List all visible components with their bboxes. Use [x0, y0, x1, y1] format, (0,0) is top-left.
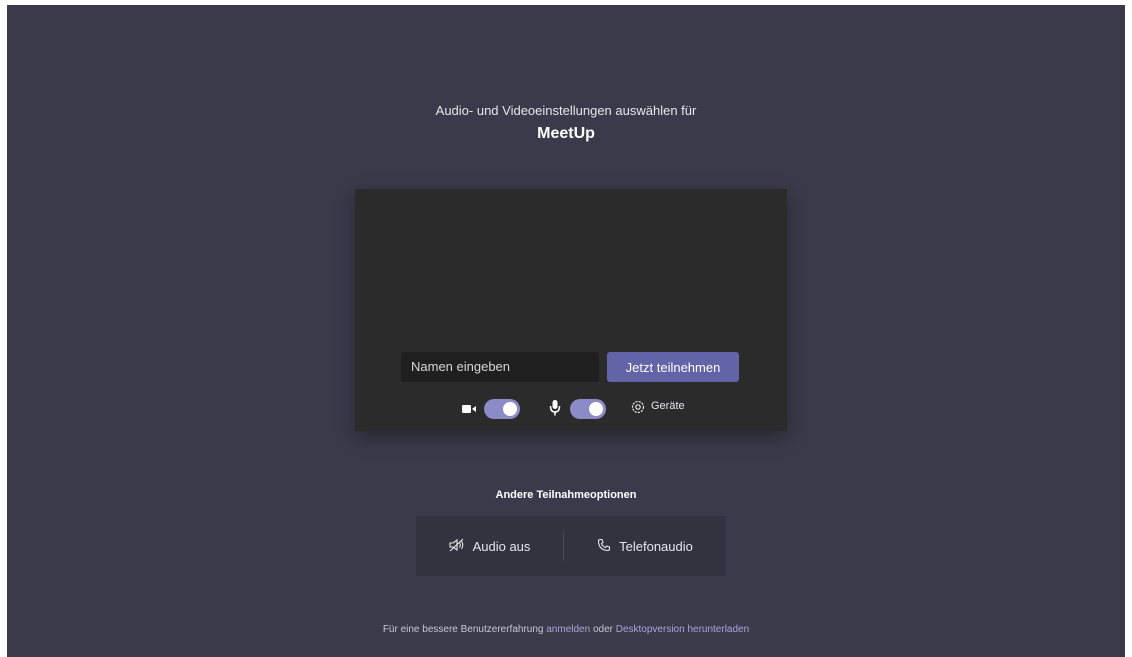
audio-off-label: Audio aus [472, 538, 531, 554]
phone-audio-option[interactable]: Telefonaudio [564, 516, 726, 576]
microphone-icon [549, 399, 561, 422]
camera-toggle-knob [503, 402, 517, 416]
camera-toggle[interactable] [484, 399, 520, 419]
devices-button[interactable]: Geräte [651, 400, 685, 412]
microphone-toggle-knob [589, 402, 603, 416]
speaker-muted-icon [449, 538, 465, 555]
other-options-title: Andere Teilnahmeoptionen [495, 489, 637, 501]
footer-prefix: Für eine bessere Benutzererfahrung [382, 624, 544, 635]
signin-link[interactable]: anmelden [546, 624, 590, 635]
join-now-button[interactable]: Jetzt teilnehmen [607, 352, 739, 382]
microphone-toggle[interactable] [570, 399, 606, 419]
av-controls: Geräte [355, 397, 787, 421]
download-desktop-link[interactable]: Desktopversion herunterladen [616, 624, 749, 635]
footer: Für eine bessere Benutzererfahrung anmel… [7, 624, 1125, 635]
other-join-options: Audio aus Telefonaudio [416, 516, 726, 576]
footer-middle: oder [592, 624, 613, 635]
video-camera-icon [461, 402, 477, 420]
phone-icon [597, 538, 611, 555]
name-input[interactable] [401, 352, 599, 382]
pre-join-subtitle: Audio- und Videoeinstellungen auswählen … [435, 103, 697, 118]
meeting-title: MeetUp [537, 125, 595, 142]
phone-audio-label: Telefonaudio [619, 538, 693, 554]
video-preview-card: Jetzt teilnehmen [355, 189, 787, 431]
gear-icon[interactable] [630, 399, 646, 420]
audio-off-option[interactable]: Audio aus [416, 516, 563, 576]
pre-join-screen: Audio- und Videoeinstellungen auswählen … [7, 5, 1125, 657]
